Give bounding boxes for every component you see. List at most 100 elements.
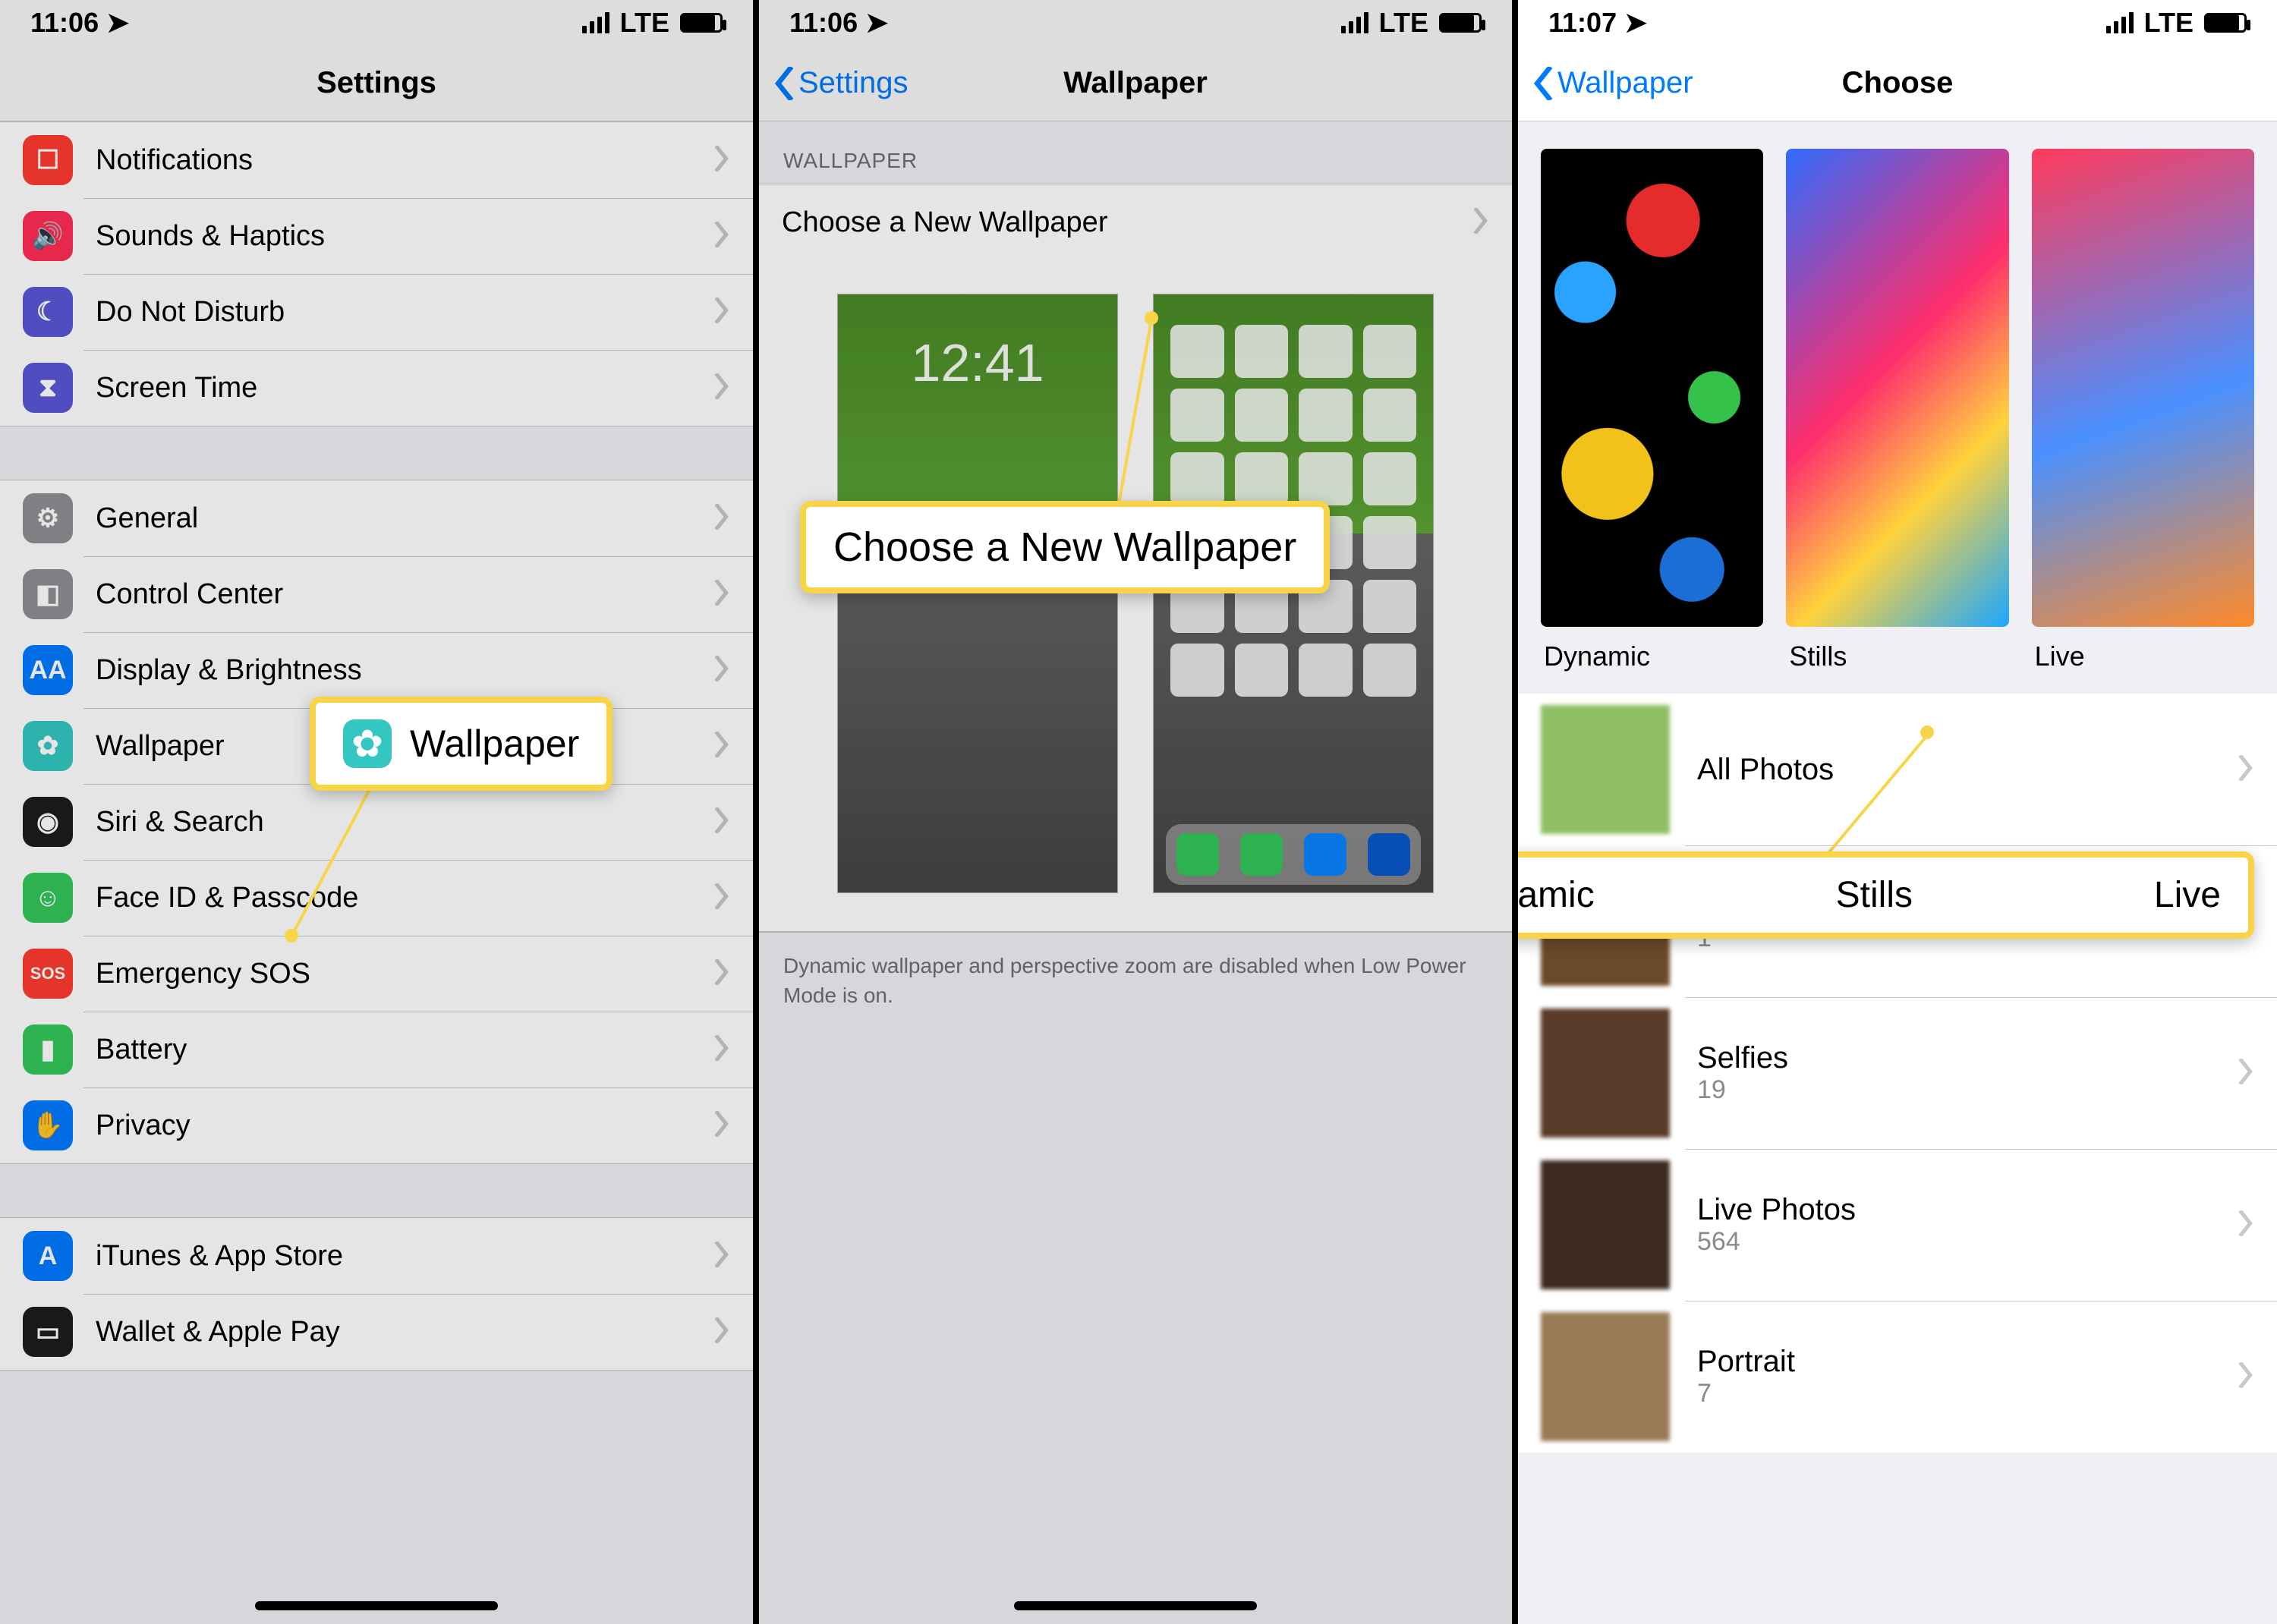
footer-note: Dynamic wallpaper and perspective zoom a… <box>759 933 1512 1028</box>
chevron-right-icon <box>713 297 729 327</box>
privacy-icon: ✋ <box>23 1100 73 1150</box>
chevron-right-icon <box>713 373 729 403</box>
annotation-callout-categories: Dynamic Stills Live <box>1518 851 2254 939</box>
preview-clock: 12:41 <box>838 332 1117 393</box>
wallpaper-icon: ✿ <box>343 719 392 768</box>
chevron-right-icon <box>713 883 729 913</box>
category-thumb-dynamic <box>1541 149 1763 627</box>
itunes-icon: A <box>23 1231 73 1281</box>
chevron-right-icon <box>713 1242 729 1271</box>
row-choose-new[interactable]: Choose a New Wallpaper <box>759 184 1512 260</box>
signal-icon <box>582 12 609 33</box>
status-time: 11:06 ➤ <box>30 7 129 39</box>
wallet-icon: ▭ <box>23 1307 73 1357</box>
dnd-icon: ☾ <box>23 287 73 337</box>
preview-lock-screen[interactable]: 12:41 <box>837 294 1118 893</box>
status-bar: 11:06 ➤ LTE <box>759 0 1512 46</box>
signal-icon <box>2106 12 2134 33</box>
display-icon: AA <box>23 645 73 695</box>
category-live[interactable]: Live <box>2032 149 2254 686</box>
settings-group: ⚙General◧Control CenterAADisplay & Brigh… <box>0 480 753 1164</box>
chevron-right-icon <box>713 146 729 175</box>
callout-live: Live <box>2154 874 2221 916</box>
settings-row-label: Privacy <box>96 1109 713 1142</box>
chevron-right-icon <box>713 656 729 685</box>
album-thumbnail <box>1541 1160 1670 1289</box>
chevron-right-icon <box>713 807 729 837</box>
settings-row-notifications[interactable]: ☐Notifications <box>0 122 753 198</box>
settings-row-label: General <box>96 502 713 535</box>
settings-row-controlcenter[interactable]: ◧ Control Center <box>0 556 753 632</box>
category-label: Dynamic <box>1541 627 1763 686</box>
home-indicator[interactable] <box>1014 1601 1257 1610</box>
network-label: LTE <box>1379 7 1428 39</box>
chevron-right-icon <box>2238 1059 2253 1088</box>
settings-row-general[interactable]: ⚙ General <box>0 480 753 556</box>
faceid-icon: ☺ <box>23 873 73 923</box>
album-row-selfies[interactable]: Selfies19 <box>1518 997 2277 1149</box>
status-right: LTE <box>582 7 723 39</box>
annotation-dot <box>1920 725 1934 739</box>
settings-row-itunes[interactable]: AiTunes & App Store <box>0 1218 753 1294</box>
settings-row-sos[interactable]: SOSEmergency SOS <box>0 936 753 1012</box>
settings-row-screentime[interactable]: ⧗Screen Time <box>0 350 753 426</box>
notifications-icon: ☐ <box>23 135 73 185</box>
callout-label: Wallpaper <box>410 722 579 766</box>
annotation-callout-choose: Choose a New Wallpaper <box>800 501 1330 593</box>
settings-group: AiTunes & App Store ▭ Wallet & Apple Pay <box>0 1217 753 1371</box>
annotation-callout-wallpaper: ✿ Wallpaper <box>310 697 613 791</box>
settings-row-privacy[interactable]: ✋ Privacy <box>0 1087 753 1163</box>
settings-row-label: Control Center <box>96 578 713 611</box>
album-count: 7 <box>1697 1379 2238 1408</box>
network-label: LTE <box>620 7 669 39</box>
settings-row-label: Siri & Search <box>96 806 713 839</box>
settings-row-dnd[interactable]: ☾ Do Not Disturb <box>0 274 753 350</box>
controlcenter-icon: ◧ <box>23 569 73 619</box>
nav-bar: Settings Wallpaper <box>759 46 1512 121</box>
general-icon: ⚙ <box>23 493 73 543</box>
wallpaper-categories: Dynamic Stills Live <box>1518 121 2277 694</box>
category-dynamic[interactable]: Dynamic <box>1541 149 1763 686</box>
settings-row-sounds[interactable]: 🔊Sounds & Haptics <box>0 198 753 274</box>
chevron-right-icon <box>713 1317 729 1347</box>
settings-row-wallet[interactable]: ▭ Wallet & Apple Pay <box>0 1294 753 1370</box>
back-button[interactable]: Wallpaper <box>1533 66 1693 100</box>
home-indicator[interactable] <box>255 1601 498 1610</box>
nav-bar: Wallpaper Choose <box>1518 46 2277 121</box>
category-stills[interactable]: Stills <box>1786 149 2008 686</box>
back-label: Settings <box>798 66 909 100</box>
page-title: Settings <box>317 66 436 100</box>
settings-row-faceid[interactable]: ☺ Face ID & Passcode <box>0 860 753 936</box>
wallpaper-icon: ✿ <box>23 721 73 771</box>
sos-icon: SOS <box>23 949 73 999</box>
albums-list: All PhotosFavorites1Selfies19Live Photos… <box>1518 694 2277 1452</box>
chevron-left-icon <box>1533 67 1554 100</box>
category-label: Live <box>2032 627 2254 686</box>
album-count: 564 <box>1697 1227 2238 1257</box>
album-row-livephotos[interactable]: Live Photos564 <box>1518 1149 2277 1301</box>
chevron-right-icon <box>713 222 729 251</box>
back-button[interactable]: Settings <box>774 66 909 100</box>
settings-group: ☐Notifications🔊Sounds & Haptics ☾ Do Not D… <box>0 121 753 426</box>
status-right: LTE <box>1341 7 1482 39</box>
battery-icon <box>2204 13 2247 33</box>
settings-row-label: Wallet & Apple Pay <box>96 1316 713 1349</box>
settings-row-label: Face ID & Passcode <box>96 882 713 914</box>
network-label: LTE <box>2144 7 2194 39</box>
chevron-right-icon <box>713 504 729 533</box>
chevron-right-icon <box>713 580 729 609</box>
page-title: Choose <box>1842 66 1954 100</box>
settings-row-label: Do Not Disturb <box>96 296 713 329</box>
status-time: 11:07 ➤ <box>1548 7 1647 39</box>
chevron-right-icon <box>713 1035 729 1065</box>
settings-row-siri[interactable]: ◉Siri & Search <box>0 784 753 860</box>
screen-wallpaper: 11:06 ➤ LTE Settings Wallpaper WALLPAPER… <box>759 0 1518 1624</box>
back-label: Wallpaper <box>1557 66 1693 100</box>
album-row-portrait[interactable]: Portrait7 <box>1518 1301 2277 1452</box>
settings-row-battery[interactable]: ▮Battery <box>0 1012 753 1087</box>
location-icon: ➤ <box>865 7 888 38</box>
preview-home-screen[interactable] <box>1153 294 1434 893</box>
chevron-left-icon <box>774 67 795 100</box>
page-title: Wallpaper <box>1063 66 1208 100</box>
battery-icon <box>1439 13 1482 33</box>
